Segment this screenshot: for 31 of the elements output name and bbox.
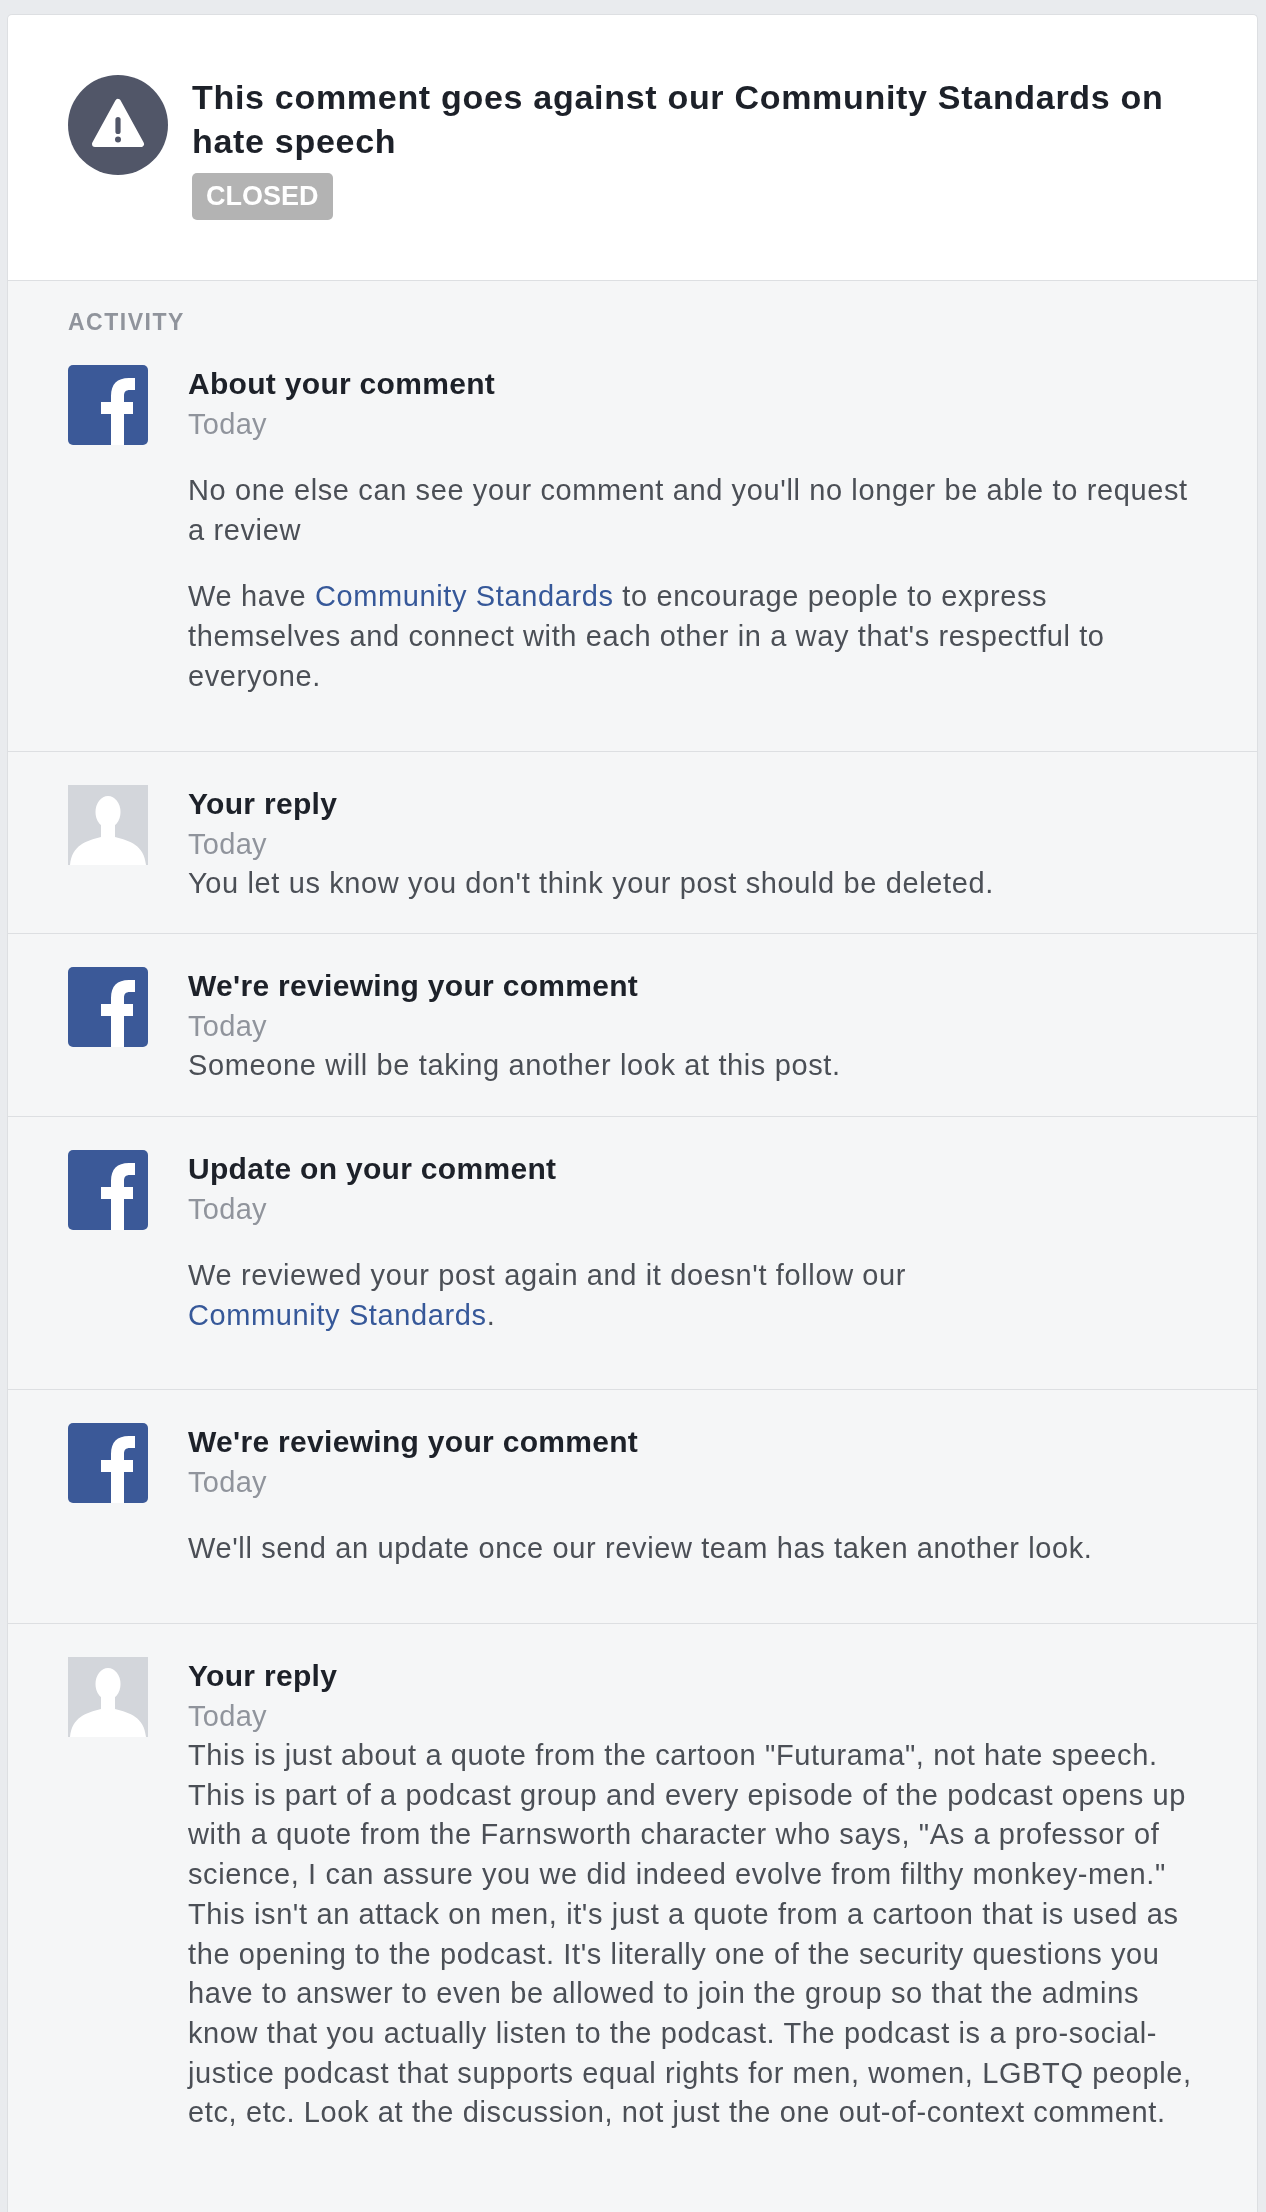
logo-icon — [68, 365, 148, 445]
item-date: Today — [188, 826, 268, 862]
logo-icon — [68, 1423, 148, 1504]
message-text: You let us know you don't think your post should be deleted. — [188, 865, 995, 901]
item-title: We're reviewing your comment — [188, 968, 640, 1005]
message-text: This is just about a quote from the cartoon "Futurama", not hate speech. This is part of a podcast group and every episode of the podcast opens up with a quote from the Farnsworth character who says, "As a professor of science, I can assure you we did indeed evolve from filthy monkey-men." This isn't an attack on men, it's just a quote from a cartoon that is used as the opening to the podcast. It's literally one of the security questions you have to answer to even be allowed to join the group so that the admins know that you actually listen to the podcast. The podcast is a pro-social-justice podcast that supports equal rights for men, women, LGBTQ people, etc, etc. Look at the discussion, not just the one out-of-context comment. — [188, 1738, 1193, 2131]
message-text: We'll send an update once our review team has taken another look. — [188, 1531, 1094, 1567]
item-title: Your reply — [188, 785, 339, 822]
message-text: Someone will be taking another look at this post. — [188, 1048, 842, 1084]
person-silhouette-icon — [68, 1657, 148, 1738]
warning-icon — [68, 75, 168, 175]
item-title: About your comment — [188, 366, 497, 402]
item-date: Today — [188, 407, 268, 442]
item-title: We're reviewing your comment — [188, 1424, 640, 1461]
section-label: ACTIVITY — [67, 309, 186, 335]
standards-link[interactable]: Community Standards — [314, 580, 614, 613]
report-title: This comment goes against our Community Standards on hate speech — [192, 77, 1165, 162]
message-text: We reviewed your post again and it doesn't follow our Community Standards. — [188, 1257, 908, 1333]
person-silhouette-icon — [68, 784, 148, 865]
logo-icon — [68, 967, 148, 1048]
item-title: Your reply — [188, 1658, 339, 1695]
status-badge: CLOSED — [192, 173, 333, 220]
item-date: Today — [188, 1191, 268, 1227]
item-title: Update on your comment — [188, 1150, 558, 1187]
logo-icon — [68, 1149, 148, 1230]
message-text: No one else can see your comment and you'll no longer be able to request a review — [188, 473, 1189, 548]
item-date: Today — [188, 1009, 268, 1045]
item-date: Today — [188, 1699, 268, 1735]
standards-link[interactable]: Community Standards — [188, 1298, 487, 1331]
item-date: Today — [188, 1465, 268, 1501]
message-text: We have Community Standards to encourage people to express themselves and connect with each other in a way that's respectful to everyone. — [188, 579, 1106, 694]
